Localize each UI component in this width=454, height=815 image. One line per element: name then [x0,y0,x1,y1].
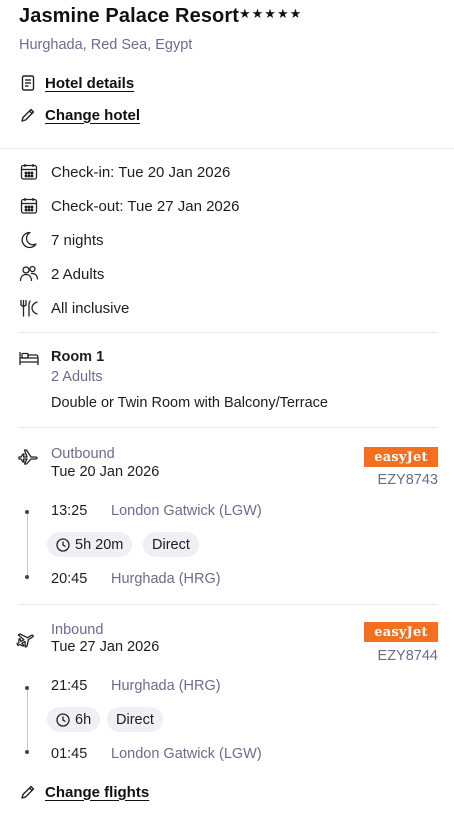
outbound-arrive-time: 20:45 [51,571,88,587]
cutlery-icon [19,298,39,318]
check-in-text: Check-in: Tue 20 Jan 2026 [51,163,231,181]
outbound-label: Outbound [51,446,115,462]
easyjet-logo: easyJet [364,622,438,642]
guests-text: 2 Adults [51,265,105,283]
hotel-location: Hurghada, Red Sea, Egypt [19,37,193,53]
change-hotel-label[interactable]: Change hotel [45,107,140,124]
room-title: Room 1 [51,349,105,365]
inbound-arrive-airport: London Gatwick (LGW) [111,746,262,762]
easyjet-logo: easyJet [364,447,438,467]
check-in-row: Check-in: Tue 20 Jan 2026 [19,162,230,182]
section-divider [19,427,437,428]
people-icon [19,264,39,284]
room-type: Double or Twin Room with Balcony/Terrace [51,395,328,411]
outbound-date: Tue 20 Jan 2026 [51,464,160,480]
check-out-text: Check-out: Tue 27 Jan 2026 [51,197,240,215]
inbound-arrive-time: 01:45 [51,746,88,762]
outbound-arrive-airport: Hurghada (HRG) [111,571,221,587]
timeline-dot [25,510,29,514]
inbound-flight-number: EZY8744 [377,648,438,664]
nights-row: 7 nights [19,230,104,250]
stops-pill: Direct [107,707,163,732]
outbound-duration: 5h 20m [75,536,124,553]
bed-icon [19,349,39,372]
calendar-icon [19,196,39,216]
clock-icon [56,712,70,727]
calendar-icon [19,162,39,182]
outbound-flight-number: EZY8743 [377,472,438,488]
inbound-date: Tue 27 Jan 2026 [51,639,160,655]
timeline-line [27,688,28,751]
timeline-line [27,512,28,576]
plane-landing-icon [16,624,38,648]
inbound-depart-airport: Hurghada (HRG) [111,678,221,694]
change-flights-link[interactable]: Change flights [19,783,149,801]
section-divider [19,604,437,605]
inbound-label: Inbound [51,622,104,638]
inbound-duration: 6h [75,711,92,728]
outbound-depart-time: 13:25 [51,503,88,519]
section-divider [0,148,454,149]
board-row: All inclusive [19,298,129,318]
hotel-star-rating: ★★★★★ [239,6,303,21]
room-occupancy: 2 Adults [51,369,103,385]
check-out-row: Check-out: Tue 27 Jan 2026 [19,196,239,216]
timeline-dot [25,686,29,690]
document-icon [19,74,37,92]
clock-icon [56,537,70,552]
guests-row: 2 Adults [19,264,104,284]
duration-pill: 6h [47,707,101,732]
section-divider [19,332,437,333]
pencil-icon [19,783,37,801]
hotel-details-link[interactable]: Hotel details [19,74,134,92]
stops-pill: Direct [143,532,199,557]
plane-takeoff-icon [18,448,38,471]
timeline-dot [25,575,29,579]
duration-pill: 5h 20m [47,532,133,557]
timeline-dot [25,750,29,754]
hotel-name: Jasmine Palace Resort [19,5,240,27]
nights-text: 7 nights [51,231,104,249]
change-flights-label[interactable]: Change flights [45,784,149,801]
inbound-depart-time: 21:45 [51,678,88,694]
change-hotel-link[interactable]: Change hotel [19,106,140,124]
pencil-icon [19,106,37,124]
board-text: All inclusive [51,299,130,317]
moon-icon [19,230,39,250]
hotel-details-label[interactable]: Hotel details [45,75,134,92]
outbound-depart-airport: London Gatwick (LGW) [111,503,262,519]
